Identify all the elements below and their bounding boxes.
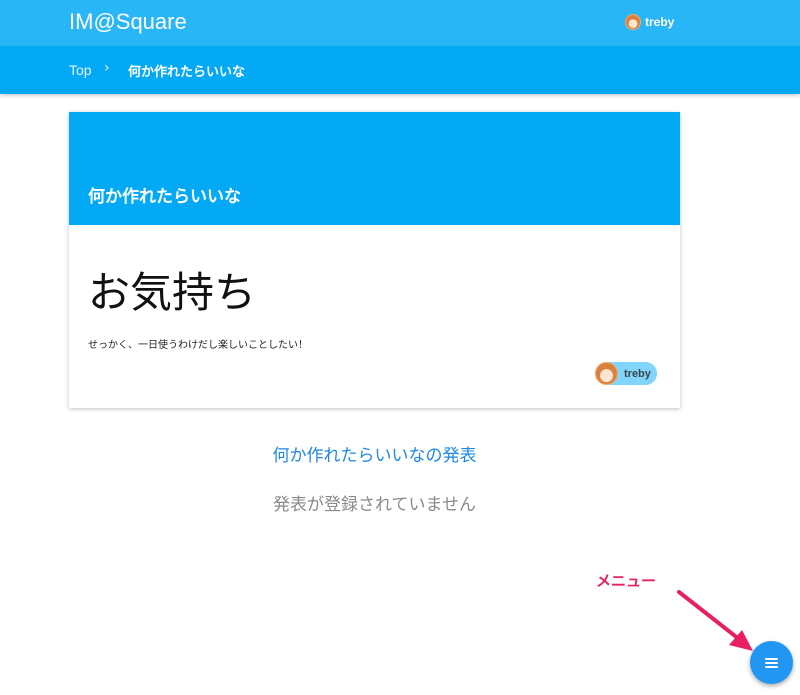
menu-icon [765,657,778,668]
menu-fab-button[interactable] [750,641,793,684]
annotation-arrow-icon [677,590,753,651]
